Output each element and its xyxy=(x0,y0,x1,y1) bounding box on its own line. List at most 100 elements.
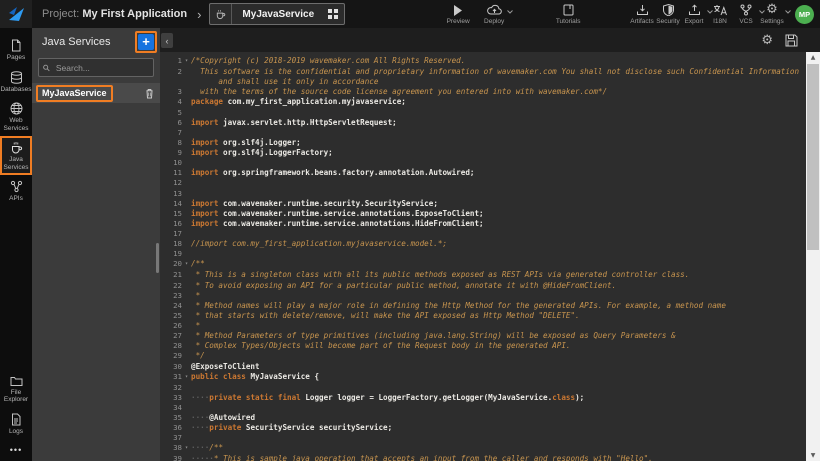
code-text xyxy=(191,249,196,259)
sidebar-item-logs[interactable]: Logs xyxy=(0,408,32,440)
more-menu[interactable]: ••• xyxy=(0,439,32,461)
tutorials-button[interactable]: Tutorials xyxy=(555,3,581,25)
line-number: 6 xyxy=(160,118,182,128)
code-text: */ xyxy=(191,351,205,361)
code-text xyxy=(191,158,196,168)
fold-gutter xyxy=(182,148,191,158)
scrollbar-thumb[interactable] xyxy=(807,64,819,250)
code-text xyxy=(191,178,196,188)
i18n-button[interactable]: I18N xyxy=(707,3,733,25)
coffee-cup-icon xyxy=(10,141,23,154)
fold-marker-icon[interactable]: ▾ xyxy=(182,56,191,67)
fold-marker-icon[interactable]: ▾ xyxy=(182,372,191,383)
code-text: import org.slf4j.Logger; xyxy=(191,138,301,148)
code-line: 24 * Method names will play a major role… xyxy=(160,301,806,311)
fold-gutter xyxy=(182,433,191,443)
code-text: /*Copyright (c) 2018-2019 wavemaker.com … xyxy=(191,56,465,67)
service-list-item[interactable]: MyJavaService xyxy=(32,83,160,103)
code-line: 38▾····/** xyxy=(160,443,806,454)
delete-icon[interactable] xyxy=(145,88,154,99)
collapse-panel-icon[interactable]: ‹ xyxy=(161,33,173,48)
editor-scrollbar[interactable]: ▲ ▼ xyxy=(806,52,820,461)
vcs-button[interactable]: VCS xyxy=(733,3,759,25)
fold-gutter xyxy=(182,383,191,393)
log-file-icon xyxy=(10,413,22,426)
line-number: 21 xyxy=(160,270,182,280)
service-tab-label: MyJavaService xyxy=(232,9,328,20)
fold-gutter xyxy=(182,291,191,301)
code-text: * Complex Types/Objects will become part… xyxy=(191,341,570,351)
deploy-button[interactable]: Deploy xyxy=(481,3,507,25)
security-button[interactable]: Security xyxy=(655,3,681,25)
code-line: 13 xyxy=(160,189,806,199)
fold-marker-icon[interactable]: ▾ xyxy=(182,443,191,454)
line-number: 4 xyxy=(160,97,182,107)
add-service-button[interactable]: + xyxy=(138,34,154,50)
line-number: 26 xyxy=(160,321,182,331)
line-number: 39 xyxy=(160,454,182,461)
fold-gutter xyxy=(182,423,191,433)
code-line: 35 ····@Autowired xyxy=(160,413,806,423)
search-input[interactable] xyxy=(54,62,149,74)
editor-settings-icon[interactable]: ⚙ xyxy=(761,34,773,47)
code-text: * xyxy=(191,291,200,301)
java-cup-icon xyxy=(210,4,232,24)
fold-gutter xyxy=(182,67,191,87)
code-text: import com.wavemaker.runtime.security.Se… xyxy=(191,199,438,209)
code-line: 14 import com.wavemaker.runtime.security… xyxy=(160,199,806,209)
code-text: /** xyxy=(191,259,205,270)
user-avatar[interactable]: MP xyxy=(795,5,814,24)
chevron-right-icon: › xyxy=(197,7,201,22)
code-line: 26 * xyxy=(160,321,806,331)
line-number: 13 xyxy=(160,189,182,199)
code-line: 11 import org.springframework.beans.fact… xyxy=(160,168,806,178)
fold-gutter xyxy=(182,108,191,118)
artifacts-button[interactable]: Artifacts xyxy=(629,3,655,25)
service-tab[interactable]: MyJavaService xyxy=(209,3,345,25)
save-icon[interactable] xyxy=(785,34,798,47)
line-number: 28 xyxy=(160,341,182,351)
line-number: 15 xyxy=(160,209,182,219)
code-text: * To avoid exposing an API for a particu… xyxy=(191,281,616,291)
code-line: 23 * xyxy=(160,291,806,301)
sidebar-item-pages[interactable]: Pages xyxy=(0,34,32,66)
fold-gutter xyxy=(182,413,191,423)
code-line: 25 * that starts with delete/remove, wil… xyxy=(160,311,806,321)
chevron-down-icon xyxy=(507,10,513,14)
fold-gutter xyxy=(182,362,191,372)
fold-gutter xyxy=(182,87,191,97)
sidebar-item-file-explorer[interactable]: File Explorer xyxy=(0,370,32,408)
panel-scrollbar-thumb[interactable] xyxy=(156,243,159,273)
code-line: 22 * To avoid exposing an API for a part… xyxy=(160,281,806,291)
code-line: 33 ····private static final Logger logge… xyxy=(160,393,806,403)
code-text: public class MyJavaService { xyxy=(191,372,319,383)
export-button[interactable]: Export xyxy=(681,3,707,25)
preview-button[interactable]: Preview xyxy=(445,3,471,25)
sidebar-item-apis[interactable]: APIs xyxy=(0,175,32,207)
scroll-up-icon[interactable]: ▲ xyxy=(806,52,820,63)
line-number: 38 xyxy=(160,443,182,454)
scroll-down-icon[interactable]: ▼ xyxy=(806,450,820,461)
sidebar-item-java-services[interactable]: Java Services xyxy=(0,136,32,175)
wavemaker-logo[interactable] xyxy=(0,0,32,28)
code-text xyxy=(191,108,196,118)
settings-button[interactable]: ⚙ Settings xyxy=(759,3,785,25)
chevron-down-icon xyxy=(785,10,791,14)
sidebar-item-databases[interactable]: Databases xyxy=(0,66,32,98)
fold-gutter xyxy=(182,249,191,259)
panel-title: Java Services xyxy=(42,36,110,48)
fold-marker-icon[interactable]: ▾ xyxy=(182,259,191,270)
code-text: import com.wavemaker.runtime.service.ann… xyxy=(191,219,484,229)
git-branch-icon xyxy=(740,3,752,16)
line-number: 31 xyxy=(160,372,182,383)
code-line: 32 xyxy=(160,383,806,393)
grid-view-icon[interactable] xyxy=(328,9,344,19)
line-number: 16 xyxy=(160,219,182,229)
play-icon xyxy=(453,3,463,16)
service-search[interactable] xyxy=(38,58,154,77)
line-number: 33 xyxy=(160,393,182,403)
sidebar-item-web-services[interactable]: Web Services xyxy=(0,97,32,136)
code-lines[interactable]: 1▾/*Copyright (c) 2018-2019 wavemaker.co… xyxy=(160,52,806,461)
code-line: 19 xyxy=(160,249,806,259)
fold-gutter xyxy=(182,331,191,341)
